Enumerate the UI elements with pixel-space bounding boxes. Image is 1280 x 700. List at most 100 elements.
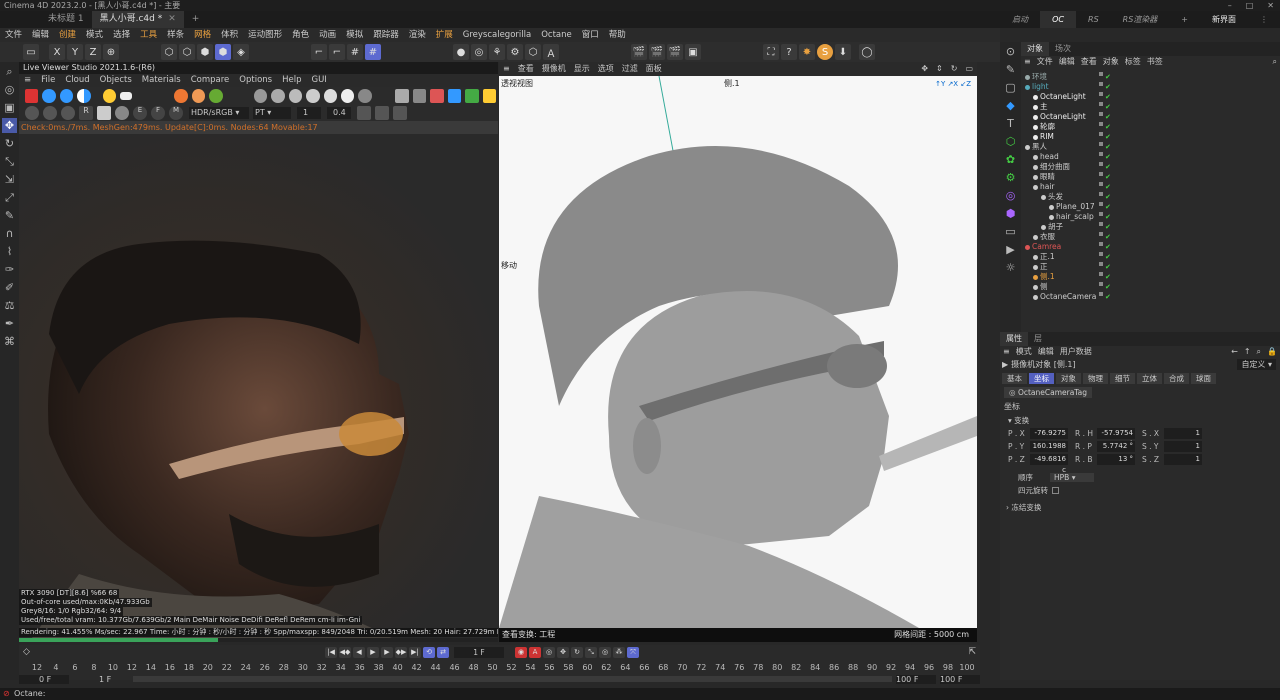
render-queue-icon[interactable]: ▣ <box>685 44 701 60</box>
add-layout-button[interactable]: + <box>1169 11 1200 28</box>
object-row[interactable]: 衣服 ✔ <box>1021 232 1280 242</box>
lv-menu-gui[interactable]: GUI <box>306 74 331 87</box>
object-row[interactable]: 胡子 ✔ <box>1021 222 1280 232</box>
object-row[interactable]: 头发 ✔ <box>1021 192 1280 202</box>
download-icon[interactable]: ⬇ <box>835 44 851 60</box>
menu-edit[interactable]: 编辑 <box>27 28 54 42</box>
m-icon[interactable]: M <box>169 105 183 120</box>
object-row[interactable]: RIM ✔ <box>1021 132 1280 142</box>
object-visibility[interactable]: ✔ <box>1099 152 1111 162</box>
field-1[interactable]: 1 <box>297 106 321 119</box>
timeline-ruler[interactable]: 12 4 6 8 10 12 14 16 18 20 22 24 26 28 30 32 34 36 38 40 42 4… <box>19 645 980 675</box>
rotate-view-icon[interactable]: ↻ <box>947 62 962 76</box>
om-menu-tags[interactable]: 标签 <box>1122 56 1144 68</box>
menu-mograph[interactable]: 运动图形 <box>243 28 287 42</box>
om-menu-view[interactable]: 查看 <box>1078 56 1100 68</box>
range-slider[interactable] <box>133 676 892 682</box>
py-field[interactable]: 160.1988 c <box>1030 441 1068 461</box>
character-icon[interactable]: Ａ <box>543 44 559 60</box>
menu-window[interactable]: 窗口 <box>577 28 604 42</box>
minimize-icon[interactable]: – <box>1228 0 1232 11</box>
object-row[interactable]: 侧.1 ✔ <box>1021 272 1280 282</box>
generator-icon[interactable]: ⬡ <box>1003 134 1018 149</box>
clay-icon[interactable] <box>120 91 132 100</box>
axis-y-button[interactable]: Y <box>67 44 83 60</box>
menu-mode[interactable]: 模式 <box>81 28 108 42</box>
camera-icon[interactable] <box>357 105 371 120</box>
object-row[interactable]: 细分曲面 ✔ <box>1021 162 1280 172</box>
misc-tool-icon[interactable]: ⌘ <box>2 334 17 349</box>
maximize-icon[interactable]: □ <box>1246 0 1254 11</box>
record-icon[interactable]: ◎ <box>471 44 487 60</box>
layout-tab-oc[interactable]: OC <box>1040 11 1077 28</box>
octane-ipr-icon[interactable]: ⛶ <box>763 44 779 60</box>
material-icon-3[interactable] <box>209 88 223 103</box>
camera2-icon[interactable] <box>375 105 389 120</box>
cube-icon[interactable]: ◆ <box>1003 98 1018 113</box>
object-visibility[interactable]: ✔ <box>1099 262 1111 272</box>
menu-tracker[interactable]: 跟踪器 <box>368 28 404 42</box>
workplane-icon[interactable]: # <box>365 44 381 60</box>
range-start2-field[interactable]: 1 F <box>79 675 129 684</box>
close-icon[interactable]: ✕ <box>1267 0 1274 11</box>
octane-burst-icon[interactable]: ✸ <box>799 44 815 60</box>
sphere-icon-3[interactable] <box>288 88 303 103</box>
om-menu-icon[interactable]: ≡ <box>1021 56 1034 68</box>
am-menu-icon[interactable]: ≡ <box>1000 346 1013 358</box>
sculpt-icon[interactable]: ✐ <box>2 280 17 295</box>
sx-field[interactable]: 1 <box>1164 428 1202 439</box>
om-menu-bookmarks[interactable]: 书签 <box>1144 56 1166 68</box>
render-pause-icon[interactable] <box>59 88 74 103</box>
lv-menu-cloud[interactable]: Cloud <box>60 74 94 87</box>
am-menu-userdata[interactable]: 用户数据 <box>1057 346 1095 358</box>
menu-select[interactable]: 选择 <box>108 28 135 42</box>
vp-menu-camera[interactable]: 摄像机 <box>538 62 570 76</box>
scroll-view-icon[interactable]: ⇕ <box>932 62 947 76</box>
polygons-mode-icon[interactable]: ⬢ <box>197 44 213 60</box>
tab-objects[interactable]: 对象 <box>1021 42 1049 56</box>
order-select[interactable]: HPB ▾ <box>1050 472 1094 482</box>
lock-icon[interactable] <box>482 88 497 103</box>
vp-menu-options[interactable]: 选项 <box>594 62 618 76</box>
am-menu-mode[interactable]: 模式 <box>1013 346 1035 358</box>
am-menu-edit[interactable]: 编辑 <box>1035 346 1057 358</box>
vp-menu-view[interactable]: 查看 <box>514 62 538 76</box>
render-settings-icon[interactable]: 🎬 <box>667 44 683 60</box>
weight-icon[interactable]: ⚖ <box>2 298 17 313</box>
snap-icon[interactable]: ⌐ <box>311 44 327 60</box>
subtab-basic[interactable]: 基本 <box>1002 373 1027 384</box>
menu-extensions[interactable]: 扩展 <box>431 28 458 42</box>
viewport-menu-icon[interactable]: ≡ <box>499 62 514 76</box>
menu-render[interactable]: 渲染 <box>404 28 431 42</box>
sz-field[interactable]: 1 <box>1164 454 1202 465</box>
spline-pen-icon[interactable]: ✒ <box>2 316 17 331</box>
sphere-icon-4[interactable] <box>306 88 320 103</box>
px-field[interactable]: -76.9275 c <box>1030 428 1068 448</box>
om-menu-object[interactable]: 对象 <box>1100 56 1122 68</box>
grey-circle-icon[interactable] <box>115 105 129 120</box>
object-icon[interactable]: ⬡ <box>525 44 541 60</box>
layout-tab-start[interactable]: 启动 <box>1000 11 1040 28</box>
subtab-octane-camera-tag[interactable]: ◎ OctaneCameraTag <box>1004 386 1092 398</box>
uv-mode-icon[interactable]: ◈ <box>233 44 249 60</box>
object-visibility[interactable]: ✔ <box>1099 212 1111 222</box>
object-visibility[interactable]: ✔ <box>1099 272 1111 282</box>
preset-select[interactable]: 自定义 ▾ <box>1237 358 1276 370</box>
lv-menu-materials[interactable]: Materials <box>137 74 186 87</box>
move-view-icon[interactable]: ✥ <box>917 62 932 76</box>
object-row[interactable]: 环境 ✔ <box>1021 72 1280 82</box>
scale-icon[interactable]: ⤡ <box>2 154 17 169</box>
cloner-icon[interactable]: ✿ <box>1003 152 1018 167</box>
material-icon-1[interactable] <box>174 88 188 103</box>
sphere-icon-6[interactable] <box>341 88 355 103</box>
menu-greyscalegorilla[interactable]: Greyscalegorilla <box>458 28 536 42</box>
menu-animate[interactable]: 动画 <box>314 28 341 42</box>
focus-icon[interactable] <box>430 88 444 103</box>
axis-x-button[interactable]: X <box>49 44 65 60</box>
model-mode-icon[interactable]: ⬢ <box>215 44 231 60</box>
camera-icon[interactable]: ▶ <box>1003 242 1018 257</box>
tab-layers[interactable]: 层 <box>1028 332 1048 346</box>
pen-icon[interactable]: ✎ <box>1003 62 1018 77</box>
lv-menu-icon[interactable]: ≡ <box>19 74 36 87</box>
object-visibility[interactable]: ✔ <box>1099 292 1111 302</box>
